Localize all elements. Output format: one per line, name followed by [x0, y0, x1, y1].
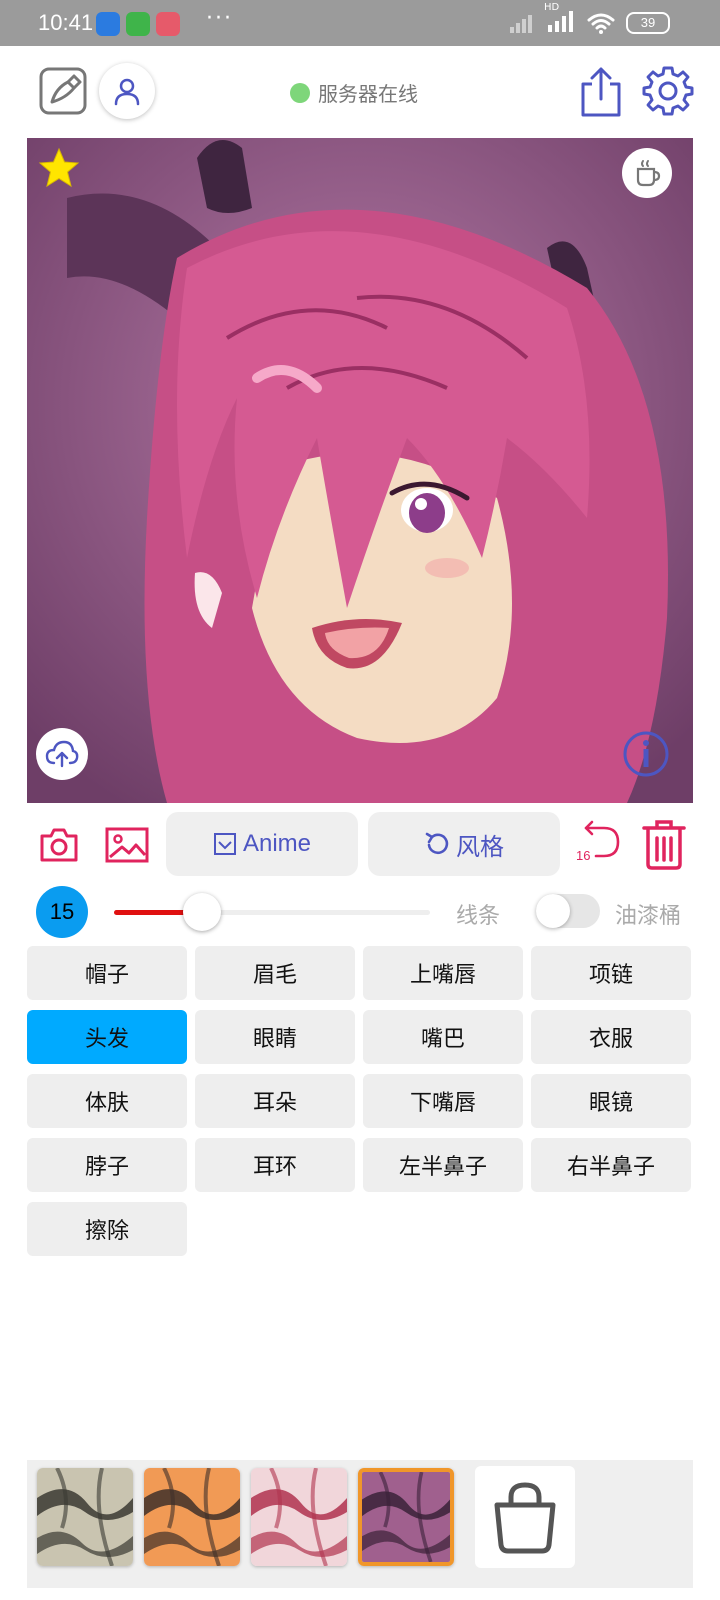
hd-label: HD	[544, 2, 560, 13]
favorite-button[interactable]	[37, 146, 81, 190]
style-button[interactable]: 风格	[368, 812, 560, 876]
paint-bucket-label: 油漆桶	[615, 904, 682, 929]
part-chip[interactable]: 眼睛	[195, 1010, 355, 1064]
signal-1-icon	[510, 15, 532, 33]
style-thumbnail[interactable]	[358, 1468, 454, 1566]
part-chip[interactable]: 衣服	[531, 1010, 691, 1064]
style-thumbnail[interactable]	[144, 1468, 240, 1566]
video-app-icon	[126, 12, 150, 36]
signal-2-group: HD	[544, 2, 576, 36]
part-chip[interactable]: 嘴巴	[363, 1010, 523, 1064]
wifi-icon	[587, 13, 615, 34]
drawing-canvas[interactable]	[27, 138, 693, 803]
brush-size-badge: 15	[36, 886, 88, 938]
more-notifications-icon: ···	[206, 6, 233, 31]
tool-row: Anime 风格 16	[0, 812, 720, 878]
account-button[interactable]	[99, 63, 155, 119]
server-status: 服务器在线	[290, 78, 418, 107]
share-icon	[581, 67, 621, 117]
gear-icon	[642, 66, 694, 116]
image-icon	[105, 827, 149, 863]
part-chip[interactable]: 耳朵	[195, 1074, 355, 1128]
checkbox-icon	[213, 833, 236, 855]
status-indicators: HD 39	[510, 2, 670, 36]
signal-2-icon	[548, 11, 573, 32]
part-chip[interactable]: 耳环	[195, 1138, 355, 1192]
coffee-button[interactable]	[622, 148, 672, 198]
part-chip[interactable]: 擦除	[27, 1202, 187, 1256]
brush-settings-row: 15 线条 油漆桶	[0, 886, 720, 938]
style-presets-strip	[27, 1460, 693, 1588]
toggle-knob	[536, 894, 570, 928]
refresh-icon	[425, 832, 449, 855]
info-icon	[623, 731, 669, 777]
camera-button[interactable]	[38, 826, 80, 864]
part-chip[interactable]: 左半鼻子	[363, 1138, 523, 1192]
shopping-bag-icon	[494, 1482, 556, 1554]
line-mode-label: 线条	[456, 904, 501, 929]
gallery-button[interactable]	[104, 826, 150, 864]
delete-button[interactable]	[640, 818, 688, 870]
style-store-button[interactable]	[475, 1466, 575, 1568]
status-bar: 10:41 ··· HD 39	[0, 0, 720, 46]
anime-label: Anime	[242, 830, 312, 857]
part-chip[interactable]: 眼镜	[531, 1074, 691, 1128]
undo-button[interactable]: 16	[574, 820, 622, 866]
generated-anime-image	[27, 138, 693, 803]
part-chip[interactable]: 右半鼻子	[531, 1138, 691, 1192]
sketch-button[interactable]	[38, 66, 88, 116]
part-chip[interactable]: 眉毛	[195, 946, 355, 1000]
settings-button[interactable]	[642, 65, 694, 117]
user-icon	[114, 78, 140, 106]
status-time: 10:41	[38, 10, 94, 35]
style-label: 风格	[456, 833, 504, 861]
top-toolbar: 服务器在线	[0, 46, 720, 138]
style-thumbnail[interactable]	[251, 1468, 347, 1566]
battery-indicator: 39	[626, 12, 670, 34]
part-chip[interactable]: 体肤	[27, 1074, 187, 1128]
hotspot-app-icon	[96, 12, 120, 36]
server-status-label: 服务器在线	[318, 82, 418, 106]
segment-parts-grid: 帽子 眉毛 上嘴唇 项链头发 眼睛 嘴巴 衣服体肤 耳朵 下嘴唇 眼镜脖子 耳环 左半鼻子 右半鼻子擦除	[27, 946, 693, 1256]
undo-count: 16	[576, 848, 591, 863]
part-chip[interactable]: 下嘴唇	[363, 1074, 523, 1128]
star-icon	[38, 147, 80, 188]
part-chip[interactable]: 项链	[531, 946, 691, 1000]
part-chip[interactable]: 脖子	[27, 1138, 187, 1192]
status-app-icons	[96, 12, 180, 36]
browser-app-icon	[156, 12, 180, 36]
part-chip[interactable]: 头发	[27, 1010, 187, 1064]
share-button[interactable]	[578, 66, 624, 118]
cloud-upload-icon	[45, 740, 79, 768]
style-thumbnail[interactable]	[37, 1468, 133, 1566]
anime-mode-button[interactable]: Anime	[166, 812, 358, 876]
info-button[interactable]	[622, 730, 670, 778]
coffee-icon	[636, 160, 661, 187]
brush-size-slider[interactable]	[114, 893, 430, 931]
upload-button[interactable]	[36, 728, 88, 780]
online-dot-icon	[290, 82, 310, 103]
camera-icon	[40, 828, 78, 862]
trash-icon	[642, 820, 686, 870]
part-chip[interactable]: 上嘴唇	[363, 946, 523, 1000]
sketch-icon	[39, 67, 87, 115]
paint-bucket-toggle[interactable]	[536, 894, 600, 928]
app-root: 10:41 ··· HD 39 服务器在线 Anime 风格 16 15 线条 …	[0, 0, 720, 1600]
part-chip[interactable]: 帽子	[27, 946, 187, 1000]
brush-size-thumb[interactable]	[183, 893, 222, 931]
